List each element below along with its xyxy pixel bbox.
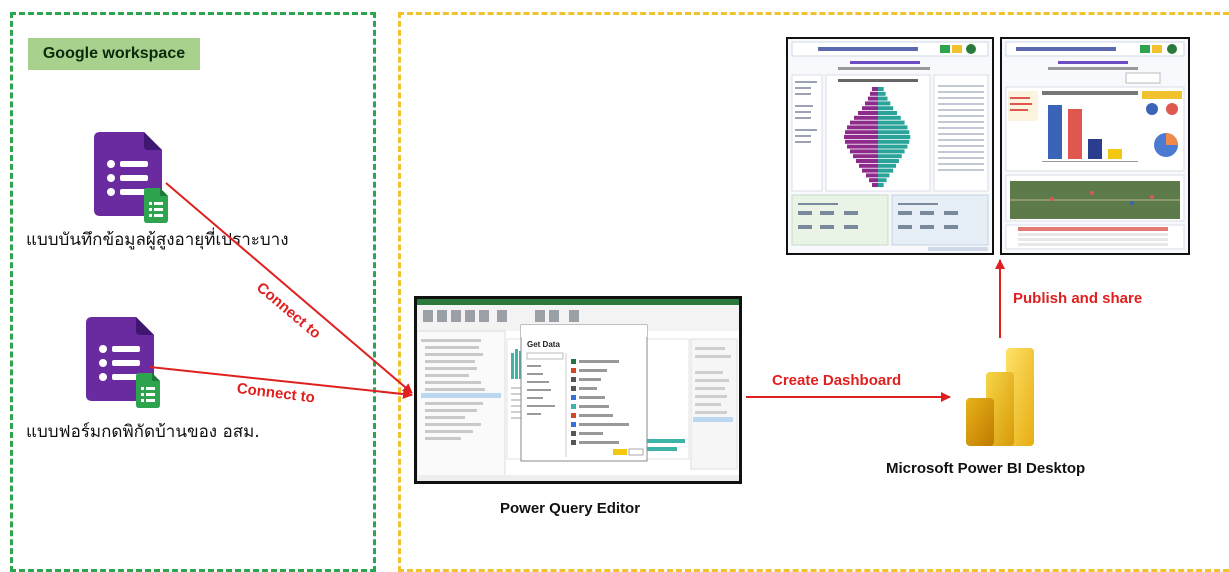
pyramid-bar-left bbox=[844, 135, 878, 139]
power-bi-icon bbox=[966, 348, 1034, 446]
chart-bar bbox=[1068, 109, 1082, 159]
pyramid-bar-left bbox=[854, 115, 878, 120]
dashboard-page-2-screenshot bbox=[1000, 37, 1190, 255]
pyramid-bar-left bbox=[859, 163, 878, 168]
power-query-caption: Power Query Editor bbox=[500, 500, 641, 517]
pyramid-bar-right bbox=[878, 144, 908, 149]
pyramid-bar-left bbox=[862, 168, 878, 173]
pyramid-bar-right bbox=[878, 159, 899, 163]
pyramid-bar-left bbox=[845, 130, 878, 135]
pyramid-bar-right bbox=[878, 115, 901, 120]
pyramid-bar-right bbox=[878, 163, 897, 168]
pyramid-bar-left bbox=[868, 96, 878, 101]
pyramid-bar-left bbox=[847, 144, 878, 149]
pyramid-bar-right bbox=[878, 125, 908, 130]
pyramid-bar-left bbox=[845, 139, 878, 144]
pyramid-bar-left bbox=[858, 111, 878, 115]
pyramid-bar-left bbox=[872, 183, 878, 187]
chart-bar bbox=[1048, 105, 1062, 159]
pyramid-bar-right bbox=[878, 149, 905, 154]
power-bi-caption: Microsoft Power BI Desktop bbox=[886, 460, 1086, 477]
get-data-dialog-title: Get Data bbox=[527, 340, 560, 349]
pyramid-bar-left bbox=[853, 154, 878, 159]
pyramid-bar-left bbox=[850, 149, 878, 154]
chart-bar bbox=[1088, 139, 1102, 159]
pyramid-bar-left bbox=[847, 125, 878, 130]
pyramid-bar-right bbox=[878, 130, 910, 135]
pyramid-bar-right bbox=[878, 101, 891, 106]
pyramid-bar-right bbox=[878, 111, 897, 115]
pyramid-bar-right bbox=[878, 183, 884, 187]
pyramid-bar-right bbox=[878, 87, 884, 91]
pyramid-bar-right bbox=[878, 135, 911, 139]
pyramid-bar-right bbox=[878, 173, 890, 178]
pyramid-bar-left bbox=[856, 159, 878, 163]
pyramid-bar-right bbox=[878, 178, 887, 183]
pyramid-bar-right bbox=[878, 106, 894, 111]
publish-label: Publish and share bbox=[1013, 290, 1143, 307]
power-query-screenshot: Get Data bbox=[414, 296, 742, 484]
create-dashboard-label: Create Dashboard bbox=[772, 372, 902, 389]
pyramid-bar-left bbox=[870, 91, 878, 96]
pyramid-bar-left bbox=[865, 101, 878, 106]
pyramid-bar-left bbox=[872, 87, 878, 91]
chart-bar bbox=[1108, 149, 1122, 159]
pyramid-bar-left bbox=[869, 178, 878, 183]
pyramid-bar-right bbox=[878, 154, 902, 159]
pyramid-bar-left bbox=[850, 120, 878, 125]
pyramid-bar-right bbox=[878, 91, 886, 96]
pyramid-bar-right bbox=[878, 120, 905, 125]
connect-arrow-1 bbox=[165, 182, 413, 394]
dashboard-page-1-screenshot bbox=[786, 37, 994, 255]
pyramid-bar-right bbox=[878, 139, 910, 144]
pyramid-bar-left bbox=[866, 173, 878, 178]
pyramid-bar-right bbox=[878, 168, 894, 173]
pyramid-bar-left bbox=[862, 106, 878, 111]
pyramid-bar-right bbox=[878, 96, 888, 101]
